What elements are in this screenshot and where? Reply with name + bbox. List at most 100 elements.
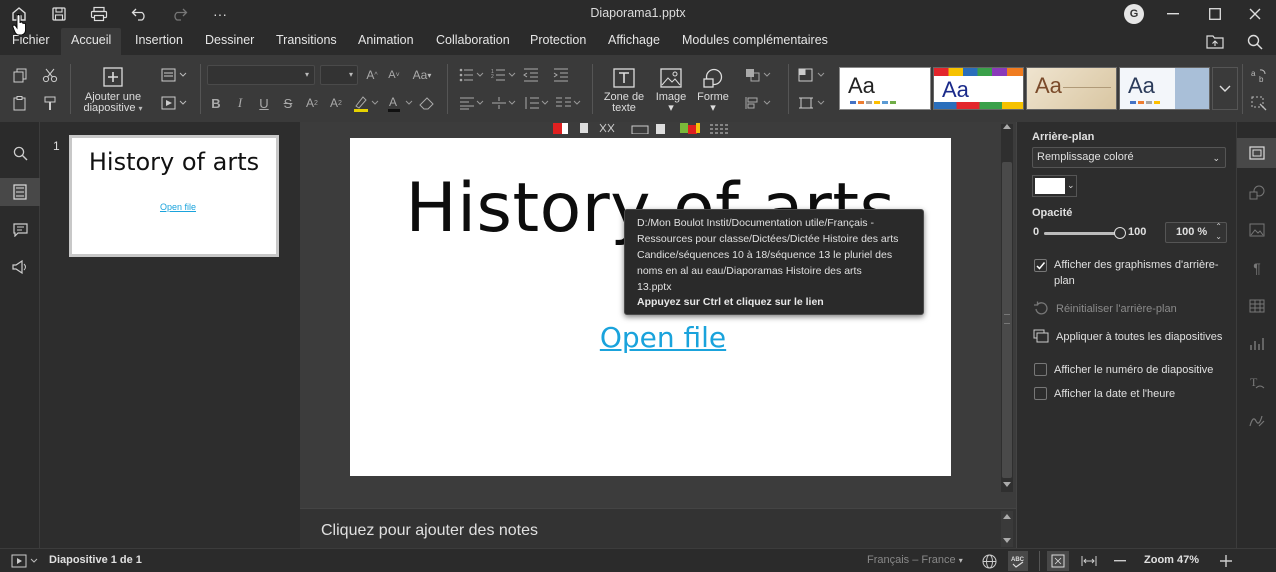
- opacity-slider-track[interactable]: [1044, 227, 1126, 239]
- maximize-icon[interactable]: [1202, 2, 1228, 26]
- opacity-input[interactable]: 100 % ⌃ ⌄: [1165, 222, 1227, 243]
- open-folder-icon[interactable]: [1206, 34, 1224, 54]
- paste-icon[interactable]: [11, 95, 29, 111]
- tab-modules[interactable]: Modules complémentaires: [682, 33, 828, 47]
- layout-icon[interactable]: [160, 67, 190, 83]
- slide-link[interactable]: Open file: [350, 321, 976, 354]
- grow-font-icon[interactable]: A ^: [364, 67, 380, 83]
- clear-format-icon[interactable]: [418, 95, 436, 111]
- change-case-icon[interactable]: Aa ▾: [408, 67, 436, 83]
- add-slide-icon[interactable]: [102, 66, 124, 88]
- notes-placeholder[interactable]: Cliquez pour ajouter des notes: [321, 522, 538, 540]
- search-icon[interactable]: [0, 143, 40, 163]
- vertical-align-icon[interactable]: [490, 95, 518, 111]
- columns-icon[interactable]: [554, 95, 582, 111]
- slide-thumbnail[interactable]: History of arts Open file: [69, 135, 279, 257]
- theme-blank[interactable]: Aa: [839, 67, 931, 110]
- font-size-select[interactable]: ▾: [320, 65, 358, 85]
- zoom-out-icon[interactable]: [1111, 553, 1129, 569]
- notes-pane[interactable]: Cliquez pour ajouter des notes: [300, 508, 1016, 548]
- apply-all-label[interactable]: Appliquer à toutes les diapositives: [1056, 330, 1222, 345]
- announcements-icon[interactable]: [0, 257, 40, 277]
- spellcheck-icon[interactable]: ABC: [1008, 551, 1028, 571]
- scroll-thumb[interactable]: [1002, 162, 1012, 478]
- align-left-icon[interactable]: [458, 95, 486, 111]
- align-objects-icon[interactable]: [744, 95, 774, 111]
- italic-icon[interactable]: I: [232, 95, 248, 111]
- chart-settings-icon[interactable]: [1237, 334, 1276, 354]
- show-graphics-label-1[interactable]: Afficher des graphismes d'arrière-: [1054, 258, 1219, 273]
- slide-size-icon[interactable]: [797, 95, 827, 111]
- textbox-icon[interactable]: [612, 67, 636, 89]
- chevron-down-icon[interactable]: ▾: [648, 103, 694, 114]
- tab-collaboration[interactable]: Collaboration: [436, 33, 510, 47]
- slides-panel-icon[interactable]: [0, 178, 40, 206]
- increase-indent-icon[interactable]: [552, 67, 570, 83]
- scroll-up-icon[interactable]: [1003, 514, 1011, 519]
- cut-icon[interactable]: [41, 67, 59, 83]
- date-time-label[interactable]: Afficher la date et l'heure: [1054, 387, 1175, 402]
- table-settings-icon[interactable]: [1237, 296, 1276, 316]
- superscript-icon[interactable]: A2: [304, 95, 320, 111]
- underline-icon[interactable]: U: [256, 95, 272, 111]
- bullets-icon[interactable]: [458, 67, 486, 83]
- reset-background-label[interactable]: Réinitialiser l'arrière-plan: [1056, 302, 1177, 317]
- signature-icon[interactable]: [1237, 410, 1276, 430]
- bold-icon[interactable]: B: [208, 95, 224, 111]
- slide-number-checkbox[interactable]: [1034, 363, 1047, 376]
- user-avatar[interactable]: G: [1124, 4, 1144, 24]
- shape-icon[interactable]: [701, 67, 725, 89]
- show-graphics-checkbox[interactable]: [1034, 259, 1047, 272]
- strikethrough-icon[interactable]: S: [280, 95, 296, 111]
- slide-settings-icon[interactable]: [1237, 138, 1276, 168]
- tab-insertion[interactable]: Insertion: [135, 33, 183, 47]
- scroll-down-icon[interactable]: [1003, 538, 1011, 543]
- image-settings-icon[interactable]: [1237, 220, 1276, 240]
- opacity-slider-thumb[interactable]: [1114, 227, 1126, 239]
- chevron-down-icon[interactable]: ▾: [690, 103, 736, 114]
- fill-color-icon[interactable]: [797, 67, 827, 83]
- shape-toolbar-strip[interactable]: [552, 122, 732, 134]
- replace-icon[interactable]: ab: [1250, 67, 1268, 83]
- scroll-down-icon[interactable]: [1003, 482, 1011, 487]
- spinner-icon[interactable]: ⌃ ⌄: [1215, 222, 1222, 242]
- highlight-icon[interactable]: [352, 93, 382, 113]
- tab-dessiner[interactable]: Dessiner: [205, 33, 254, 47]
- slide-number-label[interactable]: Afficher le numéro de diapositive: [1054, 363, 1213, 378]
- fit-width-icon[interactable]: [1079, 553, 1099, 569]
- tab-transitions[interactable]: Transitions: [276, 33, 337, 47]
- background-color-picker[interactable]: ⌄: [1032, 175, 1077, 197]
- search-icon[interactable]: [1247, 34, 1263, 55]
- shape-settings-icon[interactable]: [1237, 182, 1276, 202]
- language-select[interactable]: Français – France ▾: [867, 554, 963, 566]
- globe-icon[interactable]: [981, 553, 997, 569]
- close-icon[interactable]: [1242, 2, 1268, 26]
- fit-slide-icon[interactable]: [1047, 551, 1069, 571]
- date-time-checkbox[interactable]: [1034, 387, 1047, 400]
- text-art-icon[interactable]: T: [1237, 372, 1276, 392]
- notes-scrollbar[interactable]: [1001, 511, 1013, 547]
- image-icon[interactable]: [659, 67, 683, 89]
- scroll-up-icon[interactable]: [1003, 124, 1011, 129]
- select-icon[interactable]: [1250, 95, 1268, 111]
- tab-animation[interactable]: Animation: [358, 33, 414, 47]
- canvas-scrollbar[interactable]: [1001, 124, 1013, 492]
- theme-colorful[interactable]: Aa: [933, 67, 1024, 110]
- comments-icon[interactable]: [0, 220, 40, 240]
- decrease-indent-icon[interactable]: [522, 67, 540, 83]
- reset-background-icon[interactable]: [1033, 301, 1048, 321]
- textbox-label-2[interactable]: texte: [600, 103, 648, 114]
- theme-blue[interactable]: Aa: [1119, 67, 1210, 110]
- format-painter-icon[interactable]: [41, 95, 59, 111]
- numbering-icon[interactable]: 12: [490, 67, 518, 83]
- tab-accueil[interactable]: Accueil: [61, 28, 122, 55]
- add-slide-label-2[interactable]: diapositive ▾: [80, 103, 146, 114]
- tab-affichage[interactable]: Affichage: [608, 33, 660, 47]
- subscript-icon[interactable]: A2: [328, 95, 344, 111]
- tab-protection[interactable]: Protection: [530, 33, 586, 47]
- play-slideshow-icon[interactable]: [10, 553, 40, 569]
- themes-expand-button[interactable]: [1212, 67, 1238, 110]
- font-family-select[interactable]: ▾: [207, 65, 315, 85]
- show-graphics-label-2[interactable]: plan: [1054, 274, 1075, 289]
- apply-all-icon[interactable]: [1033, 329, 1049, 348]
